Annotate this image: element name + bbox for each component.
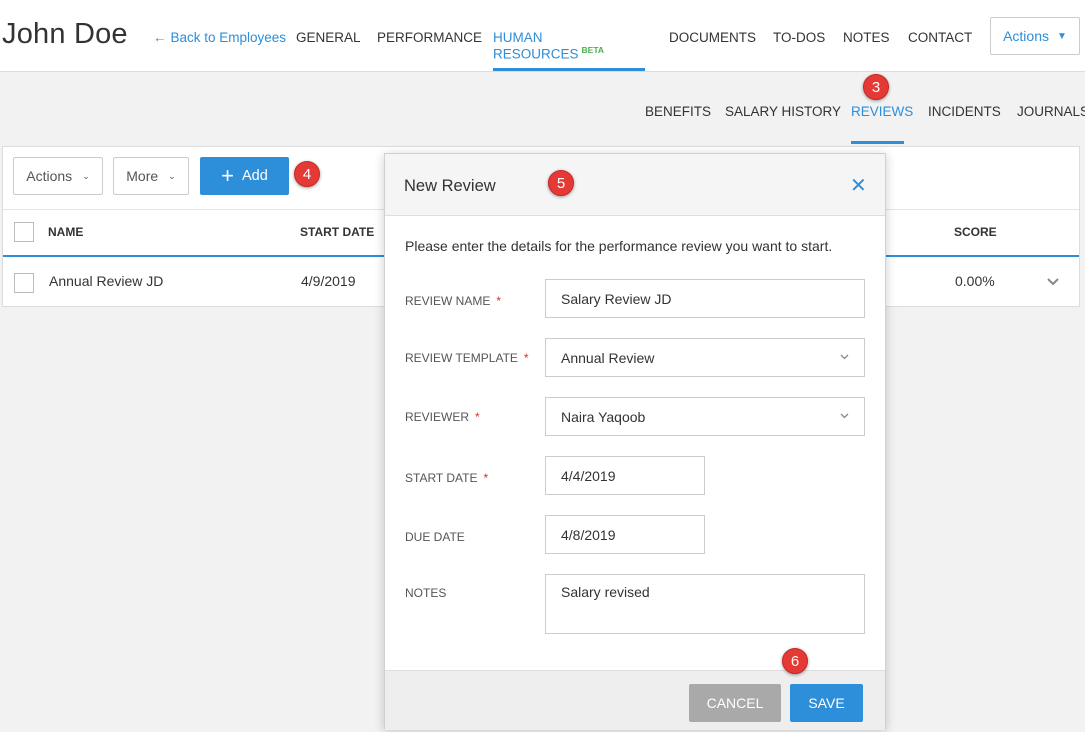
review-template-label-text: REVIEW TEMPLATE xyxy=(405,351,518,365)
close-icon[interactable]: ✕ xyxy=(850,176,867,196)
reviewer-select[interactable]: Naira Yaqoob xyxy=(545,397,865,436)
subtab-salary-history[interactable]: SALARY HISTORY xyxy=(725,104,841,119)
score-cell: 0.00% xyxy=(955,273,995,289)
employee-header: John Doe ← Back to Employees GENERAL PERF… xyxy=(0,0,1085,72)
subtab-journals[interactable]: JOURNALS xyxy=(1017,104,1085,119)
required-mark: * xyxy=(475,410,480,424)
step-badge-3: 3 xyxy=(863,74,889,100)
column-name[interactable]: NAME xyxy=(48,225,83,239)
row-expand-chevron-icon[interactable] xyxy=(1047,273,1059,289)
required-mark: * xyxy=(496,294,502,308)
start-date-input[interactable]: 4/4/2019 xyxy=(545,456,705,495)
header-actions-button[interactable]: Actions ▼ xyxy=(990,17,1080,55)
notes-textarea[interactable]: Salary revised xyxy=(545,574,865,634)
step-badge-6: 6 xyxy=(782,648,808,674)
tab-general[interactable]: GENERAL xyxy=(296,30,361,45)
more-label: More xyxy=(126,168,159,184)
modal-header: New Review ✕ xyxy=(385,154,885,216)
arrow-left-icon: ← xyxy=(153,30,167,45)
bulk-actions-dropdown[interactable]: Actions ⌄ xyxy=(13,157,103,195)
cancel-button[interactable]: CANCEL xyxy=(689,684,781,722)
review-template-select[interactable]: Annual Review xyxy=(545,338,865,377)
start-date-label: START DATE * xyxy=(405,471,488,485)
tab-notes[interactable]: NOTES xyxy=(843,30,890,45)
modal-intro-text: Please enter the details for the perform… xyxy=(405,238,833,254)
reviewer-value: Naira Yaqoob xyxy=(561,408,646,425)
beta-badge: BETA xyxy=(581,45,605,55)
column-start-date[interactable]: START DATE xyxy=(300,225,374,239)
review-template-label: REVIEW TEMPLATE * xyxy=(405,351,529,365)
review-name-cell: Annual Review JD xyxy=(49,273,164,289)
reviewer-label-text: REVIEWER xyxy=(405,410,470,424)
more-dropdown[interactable]: More ⌄ xyxy=(113,157,189,195)
subtab-benefits[interactable]: BENEFITS xyxy=(645,104,711,119)
save-button[interactable]: SAVE xyxy=(790,684,863,722)
select-all-checkbox[interactable] xyxy=(14,222,34,242)
chevron-down-icon: ⌄ xyxy=(168,170,176,181)
tab-human-resources-label: HUMAN RESOURCES xyxy=(493,30,579,62)
employee-name: John Doe xyxy=(2,18,128,50)
tab-human-resources[interactable]: HUMAN RESOURCES BETA xyxy=(493,30,645,71)
chevron-down-icon: ▼ xyxy=(1057,30,1067,42)
modal-title: New Review xyxy=(404,177,496,195)
review-template-value: Annual Review xyxy=(561,349,655,366)
subtab-incidents[interactable]: INCIDENTS xyxy=(928,104,1001,119)
add-label: Add xyxy=(242,168,268,184)
header-actions-label: Actions xyxy=(1003,28,1049,44)
back-to-employees-link[interactable]: ← Back to Employees xyxy=(153,30,286,45)
review-name-input[interactable]: Salary Review JD xyxy=(545,279,865,318)
chevron-down-icon xyxy=(840,352,849,363)
tab-todos[interactable]: TO-DOs xyxy=(773,30,825,45)
back-link-label: Back to Employees xyxy=(170,30,287,45)
review-name-label: REVIEW NAME * xyxy=(405,294,501,308)
start-date-cell: 4/9/2019 xyxy=(301,273,356,289)
row-checkbox[interactable] xyxy=(14,273,34,293)
tab-contact[interactable]: CONTACT xyxy=(908,30,972,45)
notes-label: NOTES xyxy=(405,586,447,600)
chevron-down-icon: ⌄ xyxy=(82,170,90,181)
modal-footer: CANCEL SAVE xyxy=(385,670,885,730)
reviewer-label: REVIEWER * xyxy=(405,410,480,424)
column-score[interactable]: SCORE xyxy=(954,225,997,239)
plus-icon: + xyxy=(221,163,235,188)
required-mark: * xyxy=(483,471,489,485)
bulk-actions-label: Actions xyxy=(26,168,73,184)
step-badge-5: 5 xyxy=(548,170,574,196)
start-date-label-text: START DATE xyxy=(405,471,478,485)
due-date-label: DUE DATE xyxy=(405,530,465,544)
due-date-input[interactable]: 4/8/2019 xyxy=(545,515,705,554)
required-mark: * xyxy=(523,351,529,365)
subtab-reviews[interactable]: REVIEWS xyxy=(851,104,913,144)
review-name-label-text: REVIEW NAME xyxy=(405,294,491,308)
new-review-modal: New Review ✕ Please enter the details fo… xyxy=(384,153,886,730)
tab-performance[interactable]: PERFORMANCE xyxy=(377,30,482,45)
add-review-button[interactable]: + Add xyxy=(200,157,289,195)
chevron-down-icon xyxy=(840,411,849,422)
step-badge-4: 4 xyxy=(294,161,320,187)
tab-documents[interactable]: DOCUMENTS xyxy=(669,30,756,45)
